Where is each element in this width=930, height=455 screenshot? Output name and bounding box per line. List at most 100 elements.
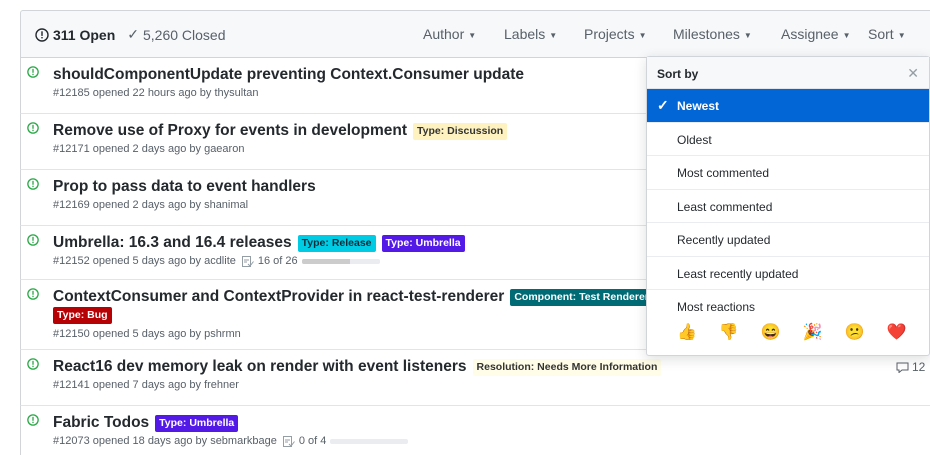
issue-title-line: Prop to pass data to event handlers <box>53 178 316 196</box>
caret-down-icon: ▼ <box>897 30 906 40</box>
issue-meta-text: #12141 opened 7 days ago by frehner <box>53 379 239 391</box>
filter-milestones[interactable]: Milestones ▼ <box>673 26 752 42</box>
issue-meta: #12169 opened 2 days ago by shanimal <box>53 199 248 211</box>
open-issues-link[interactable]: 311 Open <box>35 26 115 43</box>
sort-option-label: Newest <box>677 99 720 113</box>
heart-icon[interactable]: ❤️ <box>887 322 907 342</box>
filter-assignee-label: Assignee <box>781 26 839 42</box>
issues-list-header: 311 Open ✓ 5,260 Closed Author ▼ Labels ▼ Pr… <box>20 10 930 58</box>
state-toggle: 311 Open ✓ 5,260 Closed <box>35 26 226 43</box>
filter-projects[interactable]: Projects ▼ <box>584 26 647 42</box>
issue-title-link[interactable]: Fabric Todos <box>53 414 149 432</box>
issue-label[interactable]: Type: Umbrella <box>381 234 465 252</box>
sort-option[interactable]: Least recently updated <box>647 257 929 290</box>
task-progress-text: 16 of 26 <box>257 255 298 267</box>
sort-dropdown-header: Sort by ✕ <box>647 57 929 89</box>
issue-title-link[interactable]: React16 dev memory leak on render with e… <box>53 358 467 376</box>
sort-option-label: Oldest <box>677 132 712 147</box>
filter-labels[interactable]: Labels ▼ <box>504 26 557 42</box>
issue-title-line: Umbrella: 16.3 and 16.4 releases Type: Re… <box>53 234 465 252</box>
issue-meta: #12171 opened 2 days ago by gaearon <box>53 143 244 155</box>
issue-title-link[interactable]: shouldComponentUpdate preventing Context… <box>53 66 524 84</box>
caret-down-icon: ▼ <box>638 30 647 40</box>
issue-opened-icon <box>27 66 39 78</box>
closed-count: 5,260 Closed <box>143 26 226 43</box>
filter-sort[interactable]: Sort ▼ <box>868 26 906 42</box>
sort-option-label: Least recently updated <box>677 266 799 281</box>
issue-title-line: ContextConsumer and ContextProvider in r… <box>53 288 653 306</box>
issue-meta-text: #12152 opened 5 days ago by acdlite <box>53 255 236 267</box>
filter-assignee[interactable]: Assignee ▼ <box>781 26 851 42</box>
issue-label[interactable]: Type: Release <box>297 234 376 252</box>
sort-option[interactable]: Most reactions 👍 👎 😄 🎉 😕 ❤️ <box>647 290 929 360</box>
issue-title-link[interactable]: Umbrella: 16.3 and 16.4 releases <box>53 234 292 252</box>
checklist-icon <box>241 255 254 267</box>
issue-opened-icon <box>27 122 39 134</box>
issue-label[interactable]: Resolution: Needs More Information <box>472 358 662 376</box>
issue-row[interactable]: Fabric Todos Type: Umbrella #12073 opened … <box>20 406 930 455</box>
issue-title-link[interactable]: ContextConsumer and ContextProvider in r… <box>53 288 504 306</box>
sort-option[interactable]: ✓ Newest <box>647 89 929 123</box>
check-icon: ✓ <box>127 26 139 42</box>
filter-milestones-label: Milestones <box>673 26 740 42</box>
filter-labels-label: Labels <box>504 26 546 42</box>
filter-author[interactable]: Author ▼ <box>423 26 476 42</box>
issue-label[interactable]: Type: Bug <box>53 307 112 324</box>
issue-label[interactable]: Component: Test Renderer <box>510 288 653 306</box>
issue-title-line: Remove use of Proxy for events in develo… <box>53 122 508 140</box>
reaction-options: 👍 👎 😄 🎉 😕 ❤️ <box>677 322 907 342</box>
progress-bar-fill <box>301 258 350 264</box>
issue-label[interactable]: Type: Umbrella <box>155 414 239 432</box>
caret-down-icon: ▼ <box>743 30 752 40</box>
issue-meta: #12141 opened 7 days ago by frehner <box>53 379 239 391</box>
issue-opened-icon <box>27 414 39 426</box>
progress-bar <box>301 258 380 264</box>
sort-option-label: Most commented <box>677 166 770 180</box>
issue-meta: #12073 opened 18 days ago by sebmarkbage… <box>53 435 409 447</box>
check-icon: ✓ <box>657 97 669 113</box>
sort-option[interactable]: Most commented <box>647 156 929 190</box>
issue-meta-text: #12169 opened 2 days ago by shanimal <box>53 199 249 211</box>
issue-opened-icon <box>27 288 39 300</box>
filter-projects-label: Projects <box>584 26 635 42</box>
sort-dropdown: Sort by ✕ ✓ Newest Oldest Most commented Lea… <box>646 56 930 356</box>
issue-opened-icon <box>27 234 39 246</box>
task-progress: 16 of 26 <box>241 255 380 267</box>
caret-down-icon: ▼ <box>549 30 558 40</box>
comment-icon <box>896 362 909 373</box>
comment-count: 12 <box>912 360 926 374</box>
sort-option-label: Least commented <box>677 199 773 214</box>
checklist-icon <box>282 435 295 447</box>
issue-title-line: Fabric Todos Type: Umbrella <box>53 414 239 432</box>
progress-bar <box>330 438 409 444</box>
comment-count-link[interactable]: 12 <box>896 360 925 374</box>
task-progress-text: 0 of 4 <box>298 435 327 447</box>
caret-down-icon: ▼ <box>842 30 851 40</box>
sort-option[interactable]: Least commented <box>647 190 929 223</box>
task-progress: 0 of 4 <box>282 435 409 447</box>
hooray-icon[interactable]: 🎉 <box>803 322 823 342</box>
closed-issues-link[interactable]: ✓ 5,260 Closed <box>127 26 225 43</box>
caret-down-icon: ▼ <box>468 30 477 40</box>
issue-meta-text: #12185 opened 22 hours ago by thysultan <box>53 87 259 99</box>
sort-option[interactable]: Oldest <box>647 123 929 156</box>
close-icon[interactable]: ✕ <box>907 65 919 82</box>
confused-icon[interactable]: 😕 <box>845 322 865 342</box>
sort-option-label: Most reactions <box>677 300 756 314</box>
open-count: 311 Open <box>53 26 116 43</box>
issue-meta-text: #12150 opened 5 days ago by pshrmn <box>53 328 241 340</box>
issue-title-line: React16 dev memory leak on render with e… <box>53 358 662 376</box>
sort-option-label: Recently updated <box>677 233 771 247</box>
issue-title-link[interactable]: Prop to pass data to event handlers <box>53 178 316 196</box>
sort-dropdown-title: Sort by <box>657 67 699 81</box>
issue-label[interactable]: Type: Discussion <box>413 122 508 140</box>
issue-title-link[interactable]: Remove use of Proxy for events in develo… <box>53 122 407 140</box>
laugh-icon[interactable]: 😄 <box>761 322 781 342</box>
issue-labels-line: Type: Bug <box>53 307 112 324</box>
thumbs-up-icon[interactable]: 👍 <box>677 322 697 342</box>
sort-option[interactable]: Recently updated <box>647 223 929 257</box>
issue-meta-text: #12073 opened 18 days ago by sebmarkbage <box>53 435 277 447</box>
thumbs-down-icon[interactable]: 👎 <box>719 322 739 342</box>
issue-opened-icon <box>35 27 49 42</box>
issue-meta-text: #12171 opened 2 days ago by gaearon <box>53 143 245 155</box>
